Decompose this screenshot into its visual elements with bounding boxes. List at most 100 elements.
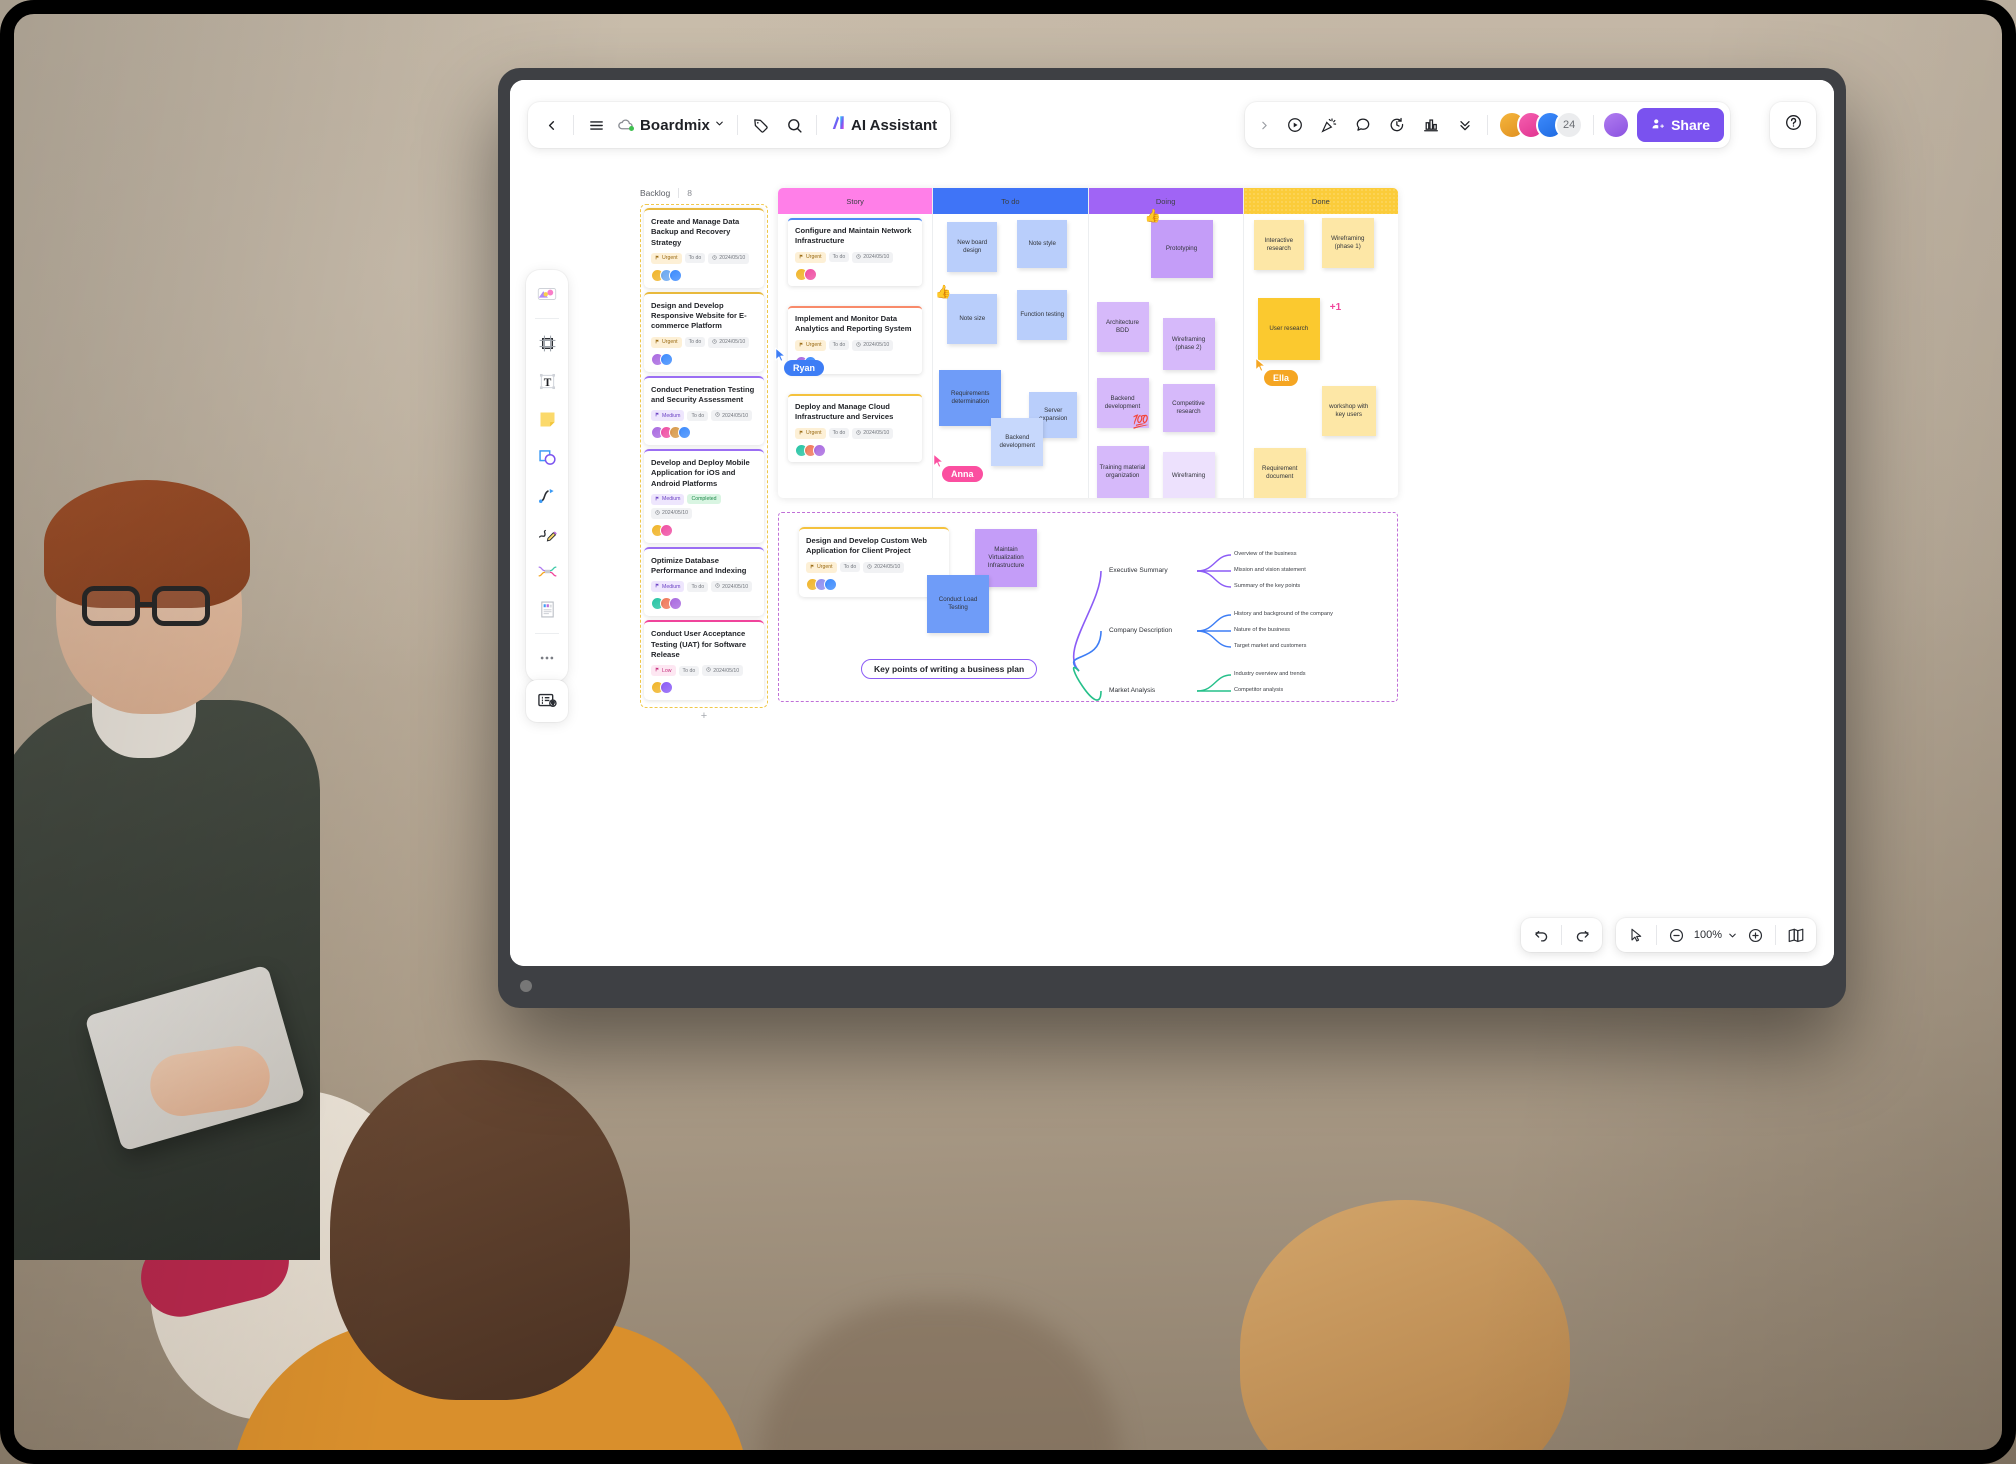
mindmap-leaf-node[interactable]: Summary of the key points — [1234, 583, 1300, 589]
story-card[interactable]: Deploy and Manage Cloud Infrastructure a… — [788, 394, 923, 462]
status-chip[interactable]: To do — [828, 428, 850, 438]
backlog-task-card[interactable]: Develop and Deploy Mobile Application fo… — [644, 449, 764, 543]
sticky-note[interactable]: New board design — [947, 222, 998, 272]
zoom-level[interactable]: 100% — [1692, 929, 1724, 941]
document-icon[interactable] — [530, 592, 564, 626]
avatar[interactable] — [813, 443, 826, 457]
mindmap-branch-node[interactable]: Market Analysis — [1109, 687, 1155, 694]
status-chip[interactable]: To do — [687, 581, 709, 592]
priority-chip[interactable]: Urgent — [651, 252, 682, 264]
timer-icon[interactable] — [1380, 108, 1414, 142]
sticky-note[interactable]: Competitive research — [1162, 384, 1215, 432]
status-chip[interactable]: Completed — [687, 494, 721, 505]
mindmap-leaf-node[interactable]: Nature of the business — [1234, 627, 1290, 633]
sticky-note[interactable]: workshop with key users — [1321, 386, 1376, 436]
assignee-avatars[interactable] — [651, 352, 757, 366]
chevron-right-icon[interactable] — [1251, 108, 1278, 142]
avatar[interactable] — [678, 426, 691, 439]
current-user-avatar[interactable] — [1602, 111, 1631, 139]
priority-chip[interactable]: Medium — [651, 410, 685, 421]
status-chip[interactable]: To do — [678, 665, 700, 676]
status-chip[interactable]: To do — [828, 252, 850, 262]
due-date-chip[interactable]: 2024/05/10 — [708, 252, 750, 264]
zoom-in-icon[interactable] — [1740, 922, 1770, 948]
sticky-note[interactable]: Note size — [947, 294, 998, 344]
kanban-column-header[interactable]: To do — [933, 188, 1088, 214]
backlog-task-card[interactable]: Create and Manage Data Backup and Recove… — [644, 208, 764, 288]
more-icon[interactable] — [530, 641, 564, 675]
sticky-note[interactable]: Wireframing (phase 2) — [1162, 318, 1215, 370]
more-down-icon[interactable] — [1448, 108, 1482, 142]
share-button[interactable]: Share — [1637, 108, 1724, 142]
priority-chip[interactable]: Medium — [651, 493, 685, 505]
pen-icon[interactable] — [530, 516, 564, 550]
backlog-task-card[interactable]: Conduct User Acceptance Testing (UAT) fo… — [644, 620, 764, 700]
priority-chip[interactable]: Urgent — [795, 251, 826, 263]
search-icon[interactable] — [777, 108, 811, 142]
chevron-down-icon[interactable] — [1724, 922, 1740, 948]
board-name-dropdown[interactable]: Boardmix — [613, 108, 732, 142]
due-date-chip[interactable]: 2024/05/10 — [852, 251, 894, 263]
assignee-avatars[interactable] — [651, 597, 757, 611]
sticky-note[interactable]: Note style — [1017, 220, 1068, 268]
sticky-note[interactable]: Requirement document — [1253, 448, 1306, 498]
status-chip[interactable]: To do — [687, 410, 709, 421]
status-chip[interactable]: To do — [828, 340, 850, 350]
due-date-chip[interactable]: 2024/05/10 — [708, 336, 750, 348]
due-date-chip[interactable]: 2024/05/10 — [852, 427, 894, 439]
mindmap-leaf-node[interactable]: Industry overview and trends — [1234, 671, 1306, 677]
text-icon[interactable]: T — [530, 364, 564, 398]
avatar[interactable] — [669, 597, 682, 611]
avatar[interactable] — [804, 267, 817, 281]
sticky-note[interactable]: Conduct Load Testing — [927, 575, 989, 633]
collaborator-count[interactable]: 24 — [1555, 111, 1584, 139]
assignee-avatars[interactable] — [651, 426, 757, 439]
hundred-reaction[interactable]: 💯 — [1133, 414, 1149, 430]
mindmap-leaf-node[interactable]: History and background of the company — [1234, 611, 1333, 617]
help-button[interactable] — [1770, 102, 1816, 148]
back-icon[interactable] — [534, 108, 568, 142]
status-chip[interactable]: To do — [684, 337, 706, 347]
mindmap-leaf-node[interactable]: Overview of the business — [1234, 551, 1297, 557]
mindmap-leaf-node[interactable]: Mission and vision statement — [1234, 567, 1306, 573]
connector-icon[interactable] — [530, 478, 564, 512]
collaborator-avatars[interactable]: 24 — [1493, 111, 1588, 139]
priority-chip[interactable]: Urgent — [795, 339, 826, 351]
shape-icon[interactable] — [530, 440, 564, 474]
frame-icon[interactable] — [530, 326, 564, 360]
sticky-note[interactable]: Wireframing — [1162, 452, 1215, 498]
sticky-note[interactable]: Training material organization — [1096, 446, 1149, 498]
priority-chip[interactable]: Urgent — [795, 427, 826, 439]
sticky-note[interactable]: Interactive research — [1253, 220, 1304, 270]
kanban-column-header[interactable]: Done — [1243, 188, 1398, 214]
priority-chip[interactable]: Urgent — [651, 336, 682, 348]
ai-assistant-button[interactable]: AI Assistant — [822, 108, 944, 142]
backlog-add-button[interactable]: + — [640, 708, 768, 722]
sticky-note[interactable]: Prototyping — [1150, 220, 1213, 278]
sticky-note[interactable]: Wireframing (phase 1) — [1321, 218, 1374, 268]
avatar[interactable] — [660, 681, 673, 694]
comment-icon[interactable] — [1346, 108, 1380, 142]
priority-chip[interactable]: Urgent — [806, 561, 837, 573]
thumbs-up-reaction[interactable]: 👍 — [935, 284, 951, 300]
assignee-avatars[interactable] — [651, 523, 757, 537]
zoom-out-icon[interactable] — [1662, 922, 1692, 948]
backlog-task-card[interactable]: Optimize Database Performance and Indexi… — [644, 546, 764, 617]
tag-icon[interactable] — [743, 108, 777, 142]
status-chip[interactable]: To do — [684, 253, 706, 264]
plus-one-reaction[interactable]: +1 — [1330, 302, 1341, 313]
celebrate-icon[interactable] — [1312, 108, 1346, 142]
templates-icon[interactable] — [530, 277, 564, 311]
avatar[interactable] — [824, 577, 837, 591]
redo-icon[interactable] — [1567, 922, 1597, 948]
sticky-note[interactable]: Backend development — [991, 418, 1044, 466]
menu-icon[interactable] — [579, 108, 613, 142]
avatar[interactable] — [669, 268, 682, 282]
mindmap-branch-node[interactable]: Company Description — [1109, 627, 1172, 634]
sticky-note[interactable]: Architecture BDD — [1096, 302, 1149, 352]
kanban-column-body[interactable]: Prototyping Architecture BDD Wireframing (… — [1089, 208, 1243, 498]
kanban-column-body[interactable]: New board design Note style Note size Funct… — [933, 214, 1087, 498]
due-date-chip[interactable]: 2024/05/10 — [852, 339, 894, 351]
whiteboard-canvas[interactable]: Boardmix AI Assistant 24 Share T Backlog… — [510, 80, 1834, 966]
mindmap-icon[interactable] — [530, 554, 564, 588]
